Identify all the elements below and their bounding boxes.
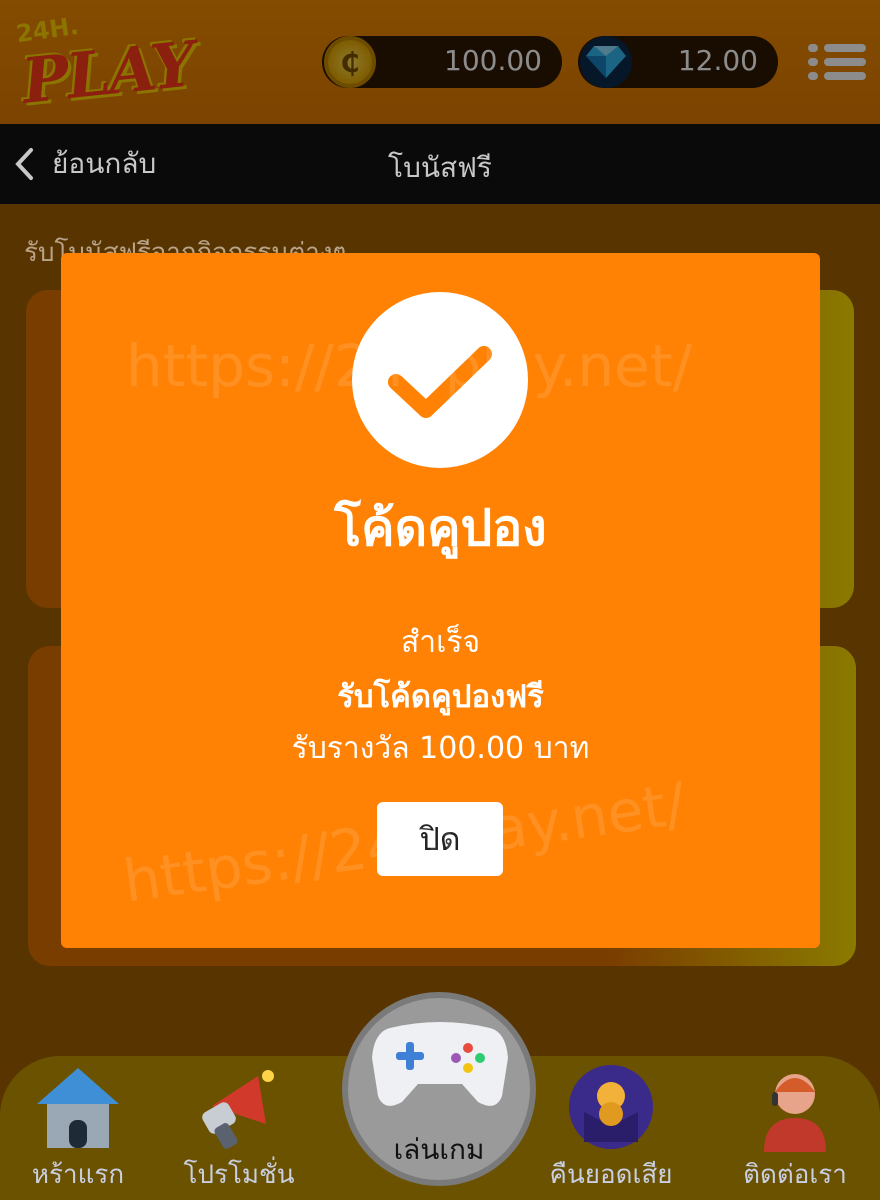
- support-agent-icon: [764, 1074, 826, 1152]
- nav-contact-label: ติดต่อเรา: [743, 1160, 847, 1190]
- hamburger-menu-icon[interactable]: [808, 42, 866, 82]
- nav-promotion[interactable]: โปรโมชั่น: [154, 1056, 324, 1200]
- nav-promotion-label: โปรโมชั่น: [183, 1160, 295, 1190]
- page-title: โบนัสฟรี: [388, 151, 492, 184]
- coin-icon: ₵: [324, 36, 376, 88]
- diamond-icon: [580, 36, 632, 88]
- play-game-button[interactable]: เล่นเกม: [342, 992, 536, 1186]
- status-text: สำเร็จ: [400, 625, 481, 660]
- nav-contact[interactable]: ติดต่อเรา: [710, 1056, 880, 1200]
- gem-balance: 12.00: [677, 44, 758, 77]
- nav-home[interactable]: หร้าแรก: [0, 1056, 163, 1200]
- play-game-label: เล่นเกม: [393, 1133, 485, 1166]
- gem-balance-pill[interactable]: 12.00: [578, 36, 778, 88]
- title-bar: ย้อนกลับ โบนัสฟรี: [0, 124, 880, 204]
- nav-cashback-label: คืนยอดเสีย: [549, 1160, 673, 1190]
- coins-box-icon: [569, 1065, 653, 1149]
- logo[interactable]: 24H. PLAY: [6, 8, 196, 118]
- gamepad-icon: [372, 1022, 508, 1106]
- modal-title: โค้ดคูปอง: [334, 499, 547, 557]
- home-icon: [37, 1068, 119, 1148]
- coin-balance-pill[interactable]: ₵ 100.00: [322, 36, 562, 88]
- megaphone-icon: [202, 1070, 274, 1149]
- watermark: https://24hplay.net/: [126, 332, 693, 400]
- reward-title: รับโค้ดคูปองฟรี: [337, 679, 544, 715]
- top-header: 24H. PLAY ₵ 100.00 12.00: [0, 0, 880, 124]
- nav-cashback[interactable]: คืนยอดเสีย: [526, 1056, 696, 1200]
- reward-amount: รับรางวัล 100.00 บาท: [291, 731, 590, 766]
- coin-balance: 100.00: [444, 44, 542, 77]
- nav-home-label: หร้าแรก: [31, 1160, 125, 1190]
